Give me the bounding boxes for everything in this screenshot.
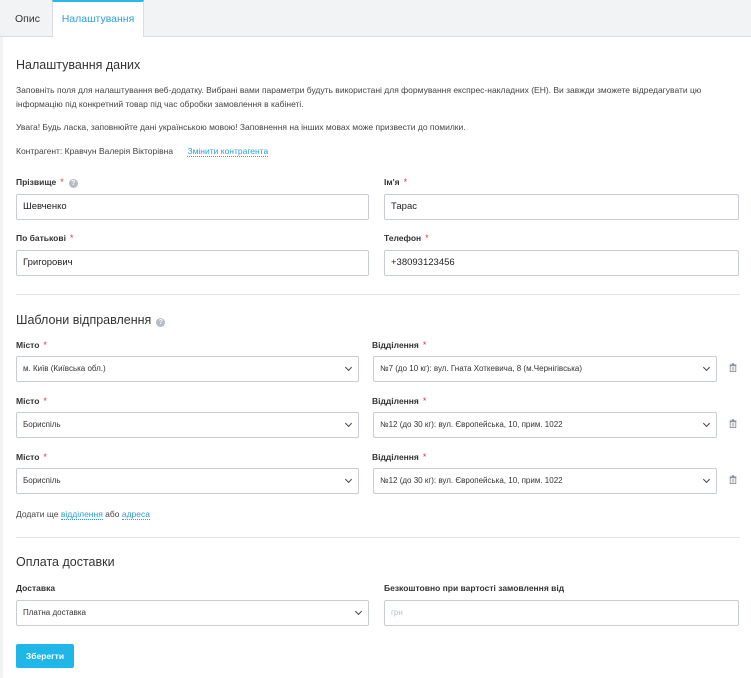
branch-label: Відділення * — [372, 452, 426, 462]
branch-label-text: Відділення — [372, 452, 419, 462]
chevron-down-icon — [702, 363, 711, 372]
branch-select-3[interactable]: №12 (до 30 кг): вул. Європейська, 10, пр… — [373, 468, 717, 494]
surname-label-text: Прізвище — [16, 177, 57, 187]
divider — [16, 294, 740, 295]
chevron-down-icon — [344, 475, 353, 484]
chevron-down-icon — [344, 363, 353, 372]
name-label-text: Ім'я — [384, 177, 400, 187]
required-mark: * — [43, 452, 47, 462]
patronymic-label-text: По батькові — [16, 233, 66, 243]
required-mark: * — [60, 177, 64, 187]
phone-label: Телефон * — [384, 233, 429, 243]
info-icon[interactable]: ? — [68, 179, 78, 188]
required-mark: * — [422, 396, 427, 406]
name-input[interactable]: Тарас — [384, 194, 739, 220]
delivery-label: Доставка — [16, 583, 56, 593]
delivery-select[interactable]: Платна доставка — [16, 600, 369, 626]
branch-label: Відділення * — [372, 396, 426, 406]
settings-description: Заповніть поля для налаштування веб-дода… — [16, 85, 702, 109]
add-branch-link[interactable]: відділення — [60, 509, 103, 520]
branch-label-text: Відділення — [372, 340, 419, 350]
branch-select-1[interactable]: №7 (до 10 кг): вул. Гната Хоткевича, 8 (… — [373, 356, 717, 382]
templates-title-text: Шаблони відправлення — [16, 313, 152, 327]
name-label: Ім'я * — [384, 177, 407, 187]
surname-label: Прізвище *? — [16, 177, 78, 188]
city-select-value: Бориспіль — [23, 476, 61, 485]
required-mark: * — [43, 396, 47, 406]
chevron-down-icon — [702, 419, 711, 428]
branch-label-text: Відділення — [372, 396, 419, 406]
tab-description[interactable]: Опис — [3, 0, 52, 37]
chevron-down-icon — [354, 607, 363, 616]
language-warning: Увага! Будь ласка, заповнюйте дані украї… — [16, 122, 466, 132]
required-mark: * — [69, 233, 74, 243]
tab-settings[interactable]: Налаштування — [52, 0, 144, 38]
chevron-down-icon — [702, 475, 711, 484]
divider — [16, 537, 740, 538]
branch-select-value: №12 (до 30 кг): вул. Європейська, 10, пр… — [380, 476, 563, 485]
add-more-text: Додати ще — [16, 509, 59, 519]
phone-input[interactable]: +38093123456 — [384, 250, 739, 276]
city-label: Місто * — [16, 396, 47, 406]
required-mark: * — [422, 340, 427, 350]
surname-input[interactable]: Шевченко — [16, 194, 369, 220]
free-delivery-label: Безкоштовно при вартості замовлення від — [384, 583, 565, 593]
branch-select-2[interactable]: №12 (до 30 кг): вул. Європейська, 10, пр… — [373, 412, 717, 438]
payment-title: Оплата доставки — [16, 555, 115, 569]
city-label-text: Місто — [16, 340, 40, 350]
phone-label-text: Телефон — [384, 233, 422, 243]
city-select-1[interactable]: м. Київ (Київська обл.) — [16, 356, 359, 382]
contractor-info: Контрагент: Кравчун Валерія Вікторівна З… — [16, 145, 269, 159]
add-more-row: Додати ще відділення або адреса — [16, 508, 150, 522]
info-icon[interactable]: ? — [156, 318, 166, 327]
trash-icon[interactable] — [729, 363, 737, 372]
required-mark: * — [422, 452, 427, 462]
branch-label: Відділення * — [372, 340, 426, 350]
city-label: Місто * — [16, 452, 47, 462]
settings-title: Налаштування даних — [16, 58, 141, 72]
city-select-value: Бориспіль — [23, 420, 61, 429]
save-button[interactable]: Зберегти — [16, 644, 74, 668]
or-text: або — [105, 509, 120, 519]
branch-select-value: №7 (до 10 кг): вул. Гната Хоткевича, 8 (… — [380, 364, 583, 373]
trash-icon[interactable] — [729, 419, 737, 428]
city-label: Місто * — [16, 340, 47, 350]
city-label-text: Місто — [16, 452, 40, 462]
required-mark: * — [43, 340, 47, 350]
branch-select-value: №12 (до 30 кг): вул. Європейська, 10, пр… — [380, 420, 563, 429]
city-select-2[interactable]: Бориспіль — [16, 412, 359, 438]
delivery-select-value: Платна доставка — [23, 608, 86, 617]
contractor-label: Контрагент: Кравчун Валерія Вікторівна — [16, 146, 174, 156]
city-select-value: м. Київ (Київська обл.) — [23, 364, 106, 373]
city-select-3[interactable]: Бориспіль — [16, 468, 359, 494]
trash-icon[interactable] — [729, 475, 737, 484]
templates-title: Шаблони відправлення? — [16, 313, 166, 327]
change-contractor-link[interactable]: Змінити контрагента — [187, 146, 269, 157]
free-delivery-threshold-input[interactable]: грн — [384, 600, 739, 626]
add-address-link[interactable]: адреса — [121, 509, 150, 520]
tab-bar: Опис Налаштування — [0, 0, 751, 38]
free-delivery-placeholder: грн — [391, 608, 403, 617]
required-mark: * — [425, 233, 429, 243]
patronymic-label: По батькові * — [16, 233, 73, 243]
required-mark: * — [403, 177, 408, 187]
settings-panel: Налаштування даних Заповніть поля для на… — [3, 37, 751, 678]
city-label-text: Місто — [16, 396, 40, 406]
patronymic-input[interactable]: Григорович — [16, 250, 369, 276]
chevron-down-icon — [344, 419, 353, 428]
